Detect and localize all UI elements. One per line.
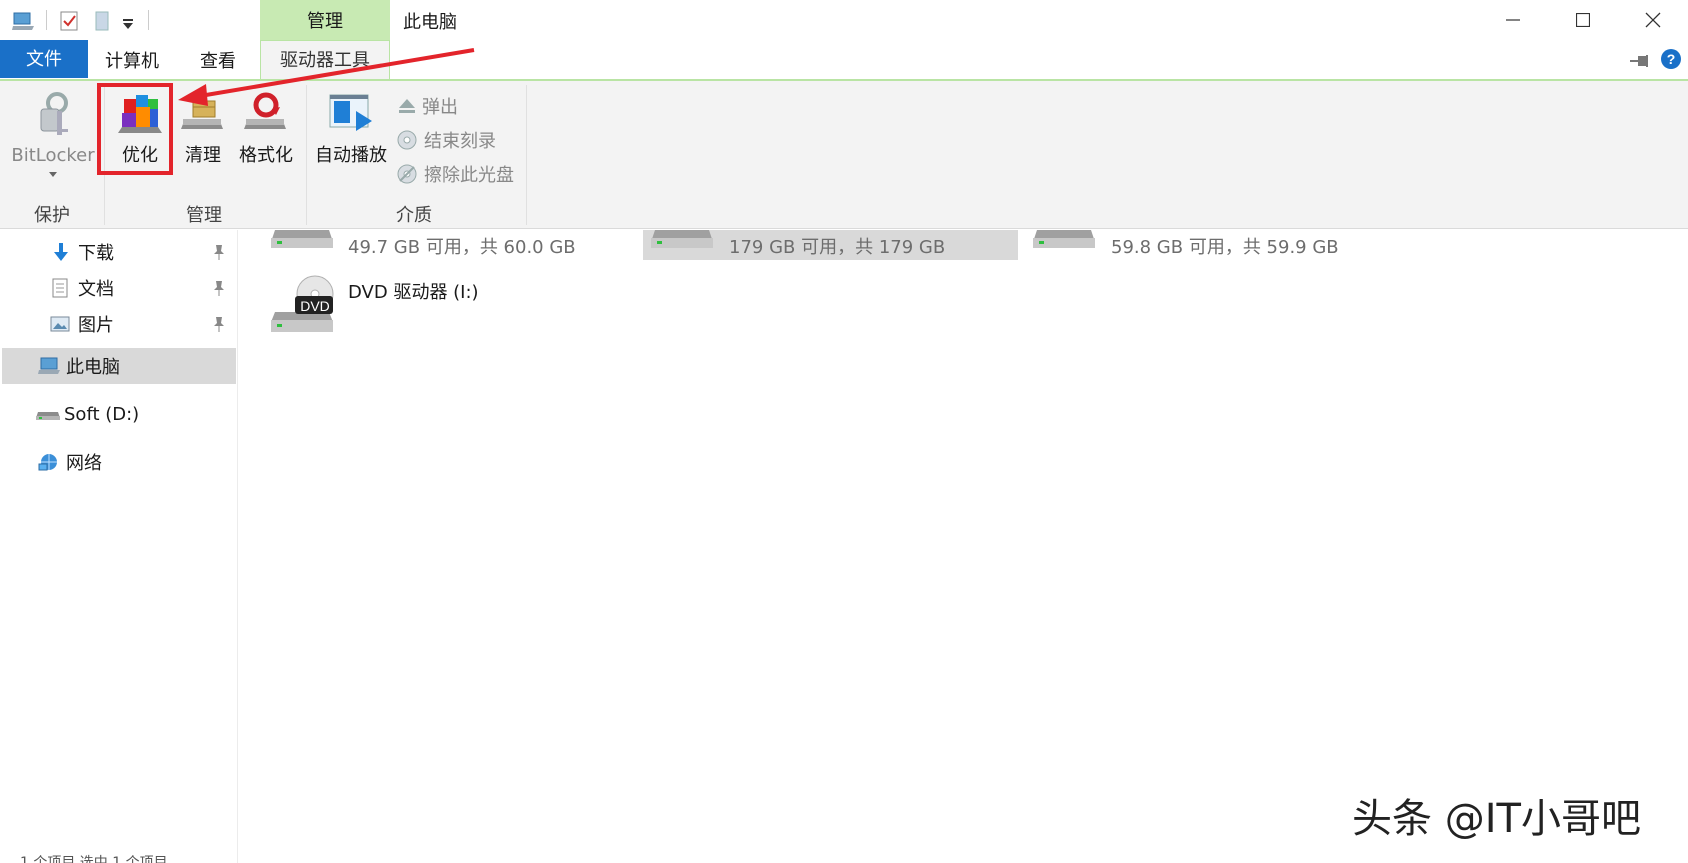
hard-drive-icon bbox=[1033, 230, 1095, 248]
nav-item-label: 此电脑 bbox=[66, 357, 120, 378]
document-icon bbox=[52, 278, 68, 298]
group-label-manage: 管理 bbox=[186, 205, 222, 226]
nav-item-downloads[interactable]: 下载 bbox=[52, 234, 238, 270]
erase-disc-button[interactable]: 擦除此光盘 bbox=[396, 161, 514, 187]
nav-item-label: 下载 bbox=[78, 243, 114, 264]
nav-item-network[interactable]: 网络 bbox=[38, 444, 236, 480]
finish-burn-label: 结束刻录 bbox=[424, 131, 496, 152]
tab-computer[interactable]: 计算机 bbox=[92, 44, 172, 80]
tab-file[interactable]: 文件 bbox=[0, 40, 88, 78]
nav-item-label: Soft (D:) bbox=[64, 403, 140, 425]
hard-drive-icon bbox=[271, 230, 333, 248]
nav-item-this-pc[interactable]: 此电脑 bbox=[38, 348, 234, 384]
nav-item-documents[interactable]: 文档 bbox=[52, 270, 238, 306]
dvd-drive-label: DVD 驱动器 (I:) bbox=[348, 282, 479, 303]
svg-text:?: ? bbox=[1667, 51, 1676, 67]
chevron-down-icon bbox=[49, 172, 57, 177]
nav-item-label: 文档 bbox=[78, 279, 114, 300]
hard-drive-icon bbox=[651, 230, 713, 248]
help-icon[interactable]: ? bbox=[1660, 48, 1682, 75]
this-pc-icon bbox=[38, 357, 60, 374]
minimize-icon bbox=[1506, 19, 1520, 21]
close-button[interactable] bbox=[1618, 0, 1688, 40]
erase-disc-icon bbox=[397, 164, 417, 184]
dvd-badge: DVD bbox=[300, 298, 330, 314]
context-tab-group-manage: 管理 bbox=[260, 0, 390, 40]
minimize-button[interactable] bbox=[1478, 0, 1548, 40]
download-arrow-icon bbox=[54, 243, 68, 261]
nav-item-label: 图片 bbox=[78, 315, 114, 336]
properties-icon[interactable] bbox=[60, 10, 80, 37]
bitlocker-key-icon bbox=[40, 92, 68, 135]
erase-disc-label: 擦除此光盘 bbox=[424, 165, 514, 186]
pictures-icon bbox=[50, 316, 70, 332]
pin-icon bbox=[214, 245, 224, 260]
annotation-arrow-icon bbox=[178, 48, 475, 106]
bitlocker-label: BitLocker bbox=[11, 145, 95, 166]
group-label-media: 介质 bbox=[396, 205, 432, 226]
pin-icon bbox=[214, 281, 224, 296]
nav-item-pictures[interactable]: 图片 bbox=[50, 306, 238, 342]
drive-free-space: 179 GB 可用，共 179 GB bbox=[729, 237, 946, 258]
computer-icon[interactable] bbox=[12, 10, 36, 37]
watermark: 头条 @IT小哥吧 bbox=[1352, 796, 1641, 842]
annotation-highlight-box bbox=[97, 83, 173, 175]
autoplay-label: 自动播放 bbox=[315, 145, 387, 166]
nav-item-label: 网络 bbox=[66, 453, 102, 474]
navigation-pane: 下载 文档 图片 此电脑 Soft (D:) 网络 bbox=[0, 230, 238, 863]
window-title: 此电脑 bbox=[403, 12, 457, 33]
content-pane: 49.7 GB 可用，共 60.0 GB 179 GB 可用，共 179 GB … bbox=[239, 230, 1688, 863]
group-separator bbox=[526, 85, 527, 225]
drive-free-space: 59.8 GB 可用，共 59.9 GB bbox=[1111, 237, 1339, 258]
close-icon bbox=[1645, 12, 1661, 28]
drive-icon bbox=[36, 412, 60, 420]
network-icon bbox=[38, 454, 57, 471]
pin-icon bbox=[214, 317, 224, 332]
drive-free-space: 49.7 GB 可用，共 60.0 GB bbox=[348, 237, 576, 258]
new-folder-icon[interactable] bbox=[94, 10, 110, 37]
cleanup-label: 清理 bbox=[185, 145, 221, 166]
pin-ribbon-icon[interactable] bbox=[1630, 52, 1650, 73]
status-bar-text: 1 个项目 选中 1 个项目 bbox=[20, 855, 168, 863]
maximize-button[interactable] bbox=[1548, 0, 1618, 40]
group-label-protect: 保护 bbox=[34, 205, 70, 226]
finish-burn-button[interactable]: 结束刻录 bbox=[396, 127, 496, 153]
bitlocker-button[interactable]: BitLocker bbox=[10, 89, 96, 178]
nav-item-soft-d[interactable]: Soft (D:) bbox=[36, 396, 236, 432]
disc-burn-icon bbox=[397, 130, 417, 150]
qat-dropdown-icon[interactable] bbox=[122, 14, 134, 35]
format-label: 格式化 bbox=[239, 145, 293, 166]
title-bar: 管理 此电脑 bbox=[0, 0, 1688, 40]
maximize-icon bbox=[1576, 13, 1590, 27]
